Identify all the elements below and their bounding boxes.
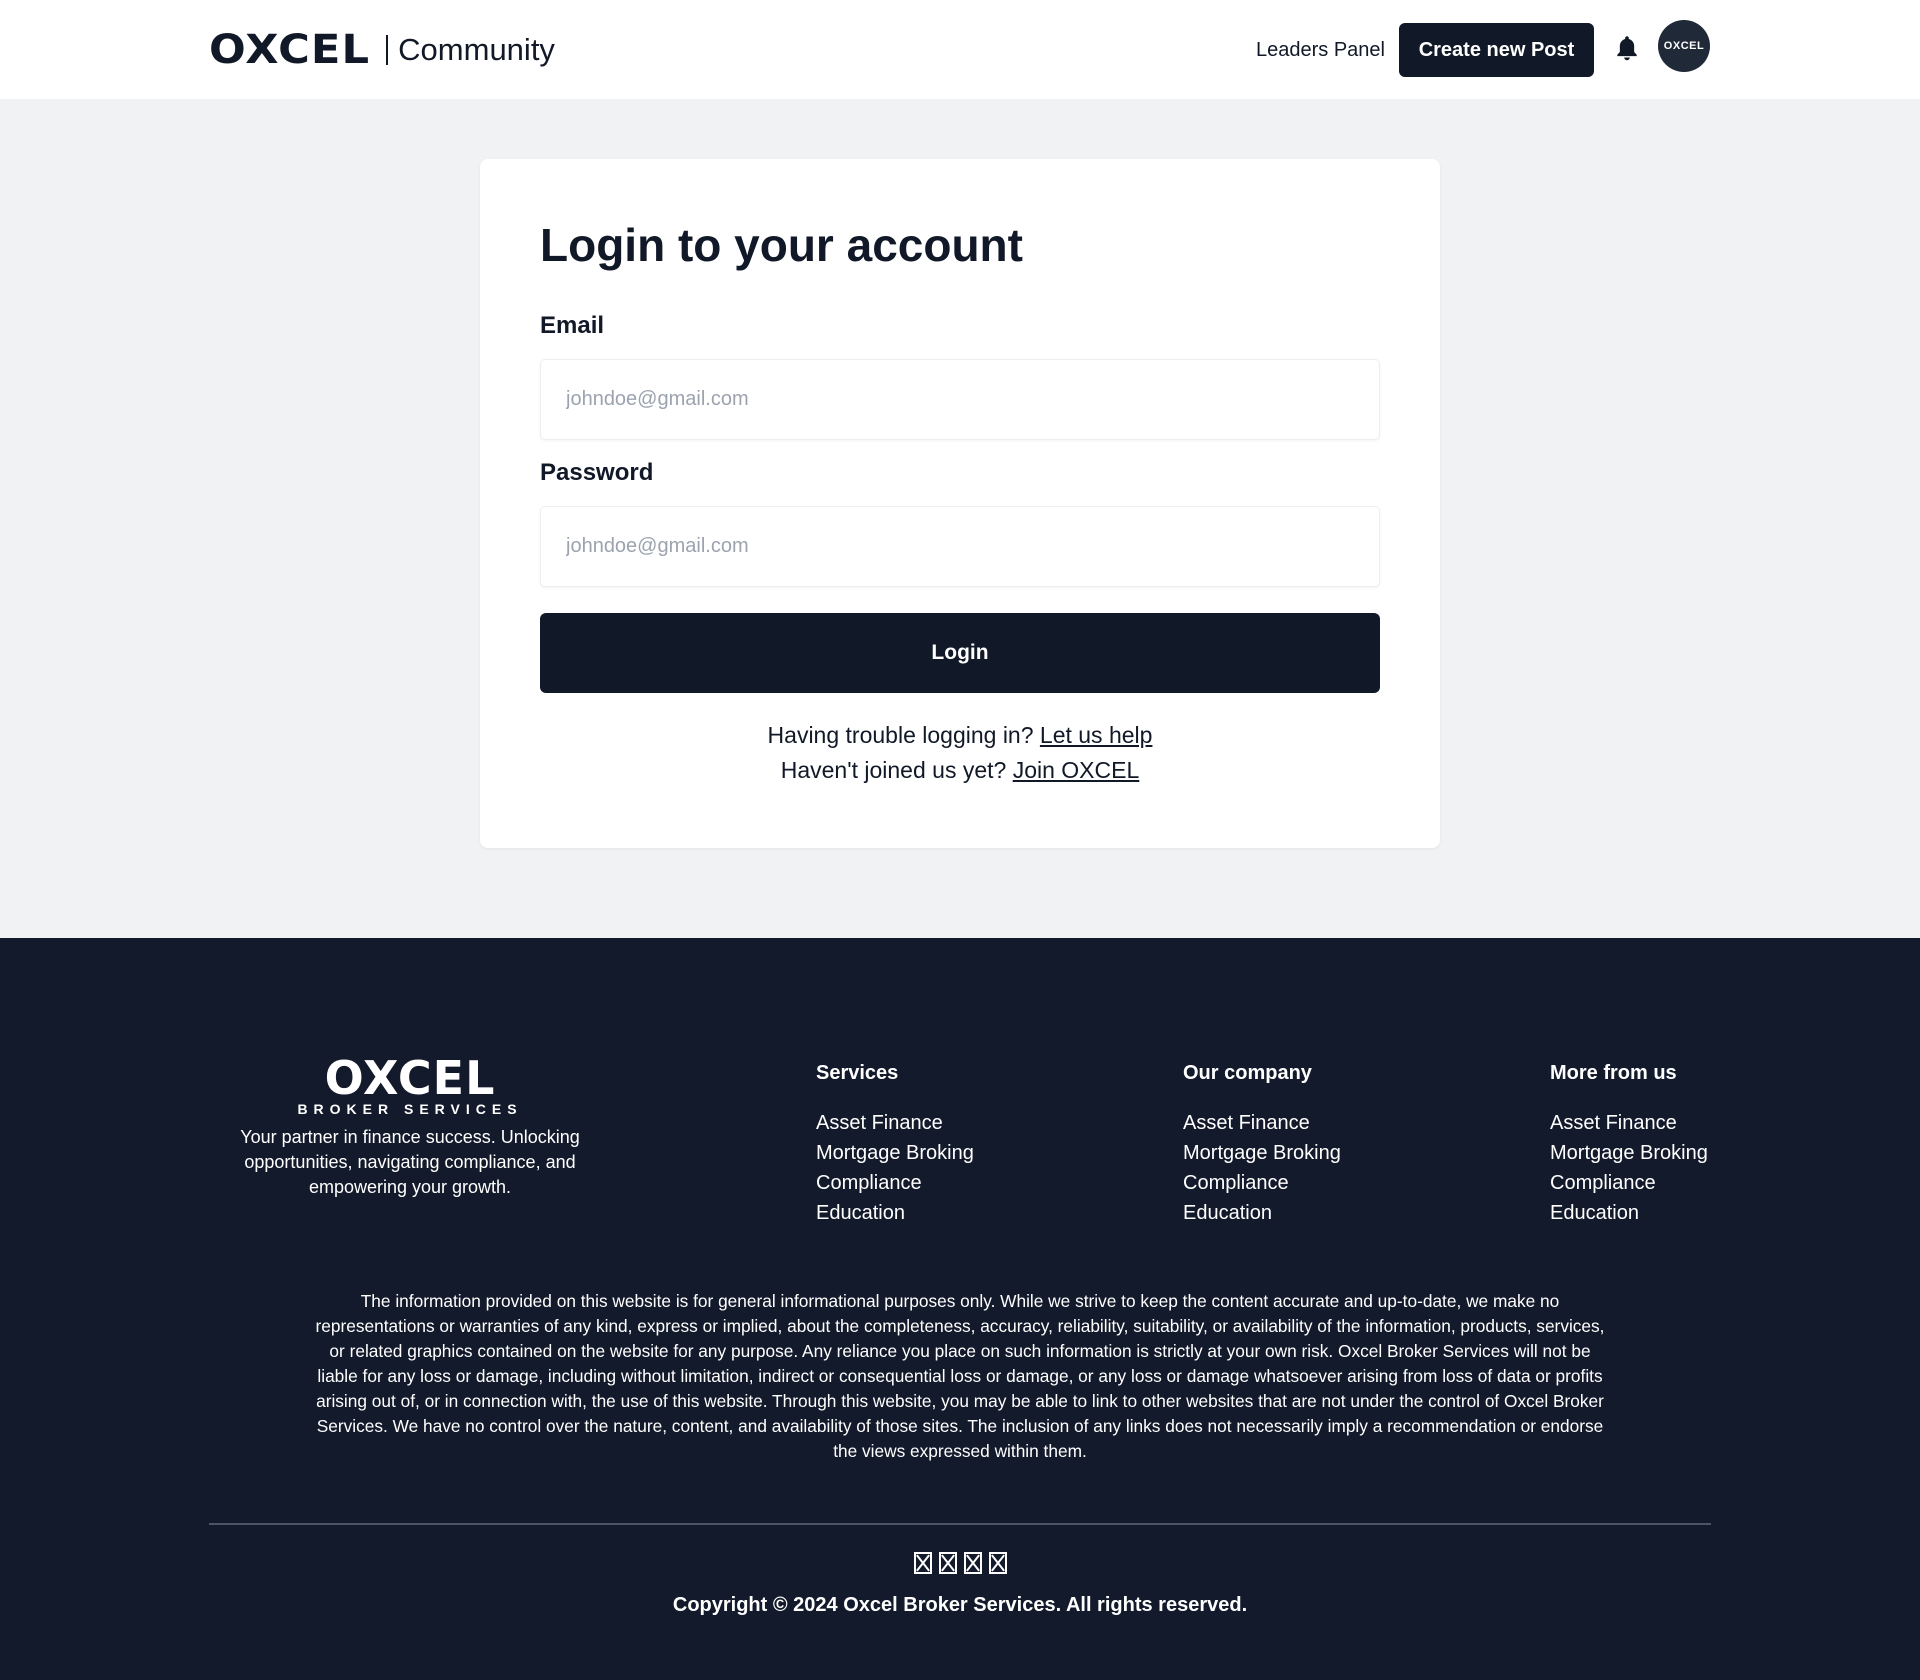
trouble-text: Having trouble logging in?: [767, 722, 1034, 748]
password-field[interactable]: [540, 506, 1380, 587]
footer-link-asset-finance[interactable]: Asset Finance: [816, 1108, 974, 1138]
footer-column-title: Services: [816, 1062, 899, 1084]
login-card: Login to your account Email Password Log…: [480, 159, 1440, 848]
leaders-panel-link[interactable]: Leaders Panel: [1256, 36, 1385, 64]
bell-icon[interactable]: [1613, 34, 1641, 64]
footer-column-services: Services Asset Finance Mortgage Broking …: [816, 1060, 974, 1228]
footer-column-title: Our company: [1183, 1062, 1312, 1084]
community-label: Community: [398, 32, 555, 67]
missing-glyph-icon[interactable]: [938, 1552, 957, 1574]
avatar[interactable]: OXCEL: [1658, 20, 1710, 72]
join-text: Haven't joined us yet?: [780, 757, 1007, 783]
footer-link-mortgage-broking[interactable]: Mortgage Broking: [1550, 1138, 1708, 1168]
footer-disclaimer: The information provided on this website…: [315, 1291, 1605, 1461]
missing-glyph-icon[interactable]: [963, 1552, 982, 1574]
footer-link-asset-finance[interactable]: Asset Finance: [1183, 1108, 1341, 1138]
join-oxcel-link[interactable]: Join OXCEL: [1013, 757, 1140, 783]
password-label: Password: [540, 459, 654, 486]
create-new-post-button[interactable]: Create new Post: [1399, 23, 1594, 77]
footer-divider: [209, 1523, 1711, 1525]
footer-link-mortgage-broking[interactable]: Mortgage Broking: [1183, 1138, 1341, 1168]
footer-link-compliance[interactable]: Compliance: [816, 1168, 974, 1198]
footer-link-compliance[interactable]: Compliance: [1183, 1168, 1341, 1198]
footer-column-more-from-us: More from us Asset Finance Mortgage Brok…: [1550, 1060, 1708, 1228]
footer-link-education[interactable]: Education: [1183, 1198, 1341, 1228]
footer-link-compliance[interactable]: Compliance: [1550, 1168, 1708, 1198]
footer: OXCEL BROKER SERVICES Your partner in fi…: [0, 938, 1920, 1680]
footer-logo-subtitle: BROKER SERVICES: [297, 1101, 523, 1117]
trouble-line: Having trouble logging in? Let us help: [480, 720, 1440, 750]
footer-logo[interactable]: OXCEL: [238, 1055, 582, 1101]
footer-copyright: Copyright © 2024 Oxcel Broker Services. …: [672, 1594, 1248, 1616]
oxcel-logo[interactable]: OXCEL: [209, 30, 370, 70]
join-line: Haven't joined us yet? Join OXCEL: [480, 755, 1440, 785]
footer-social-icons: [0, 1552, 1920, 1574]
missing-glyph-icon[interactable]: [913, 1552, 932, 1574]
top-navbar: OXCEL Community Leaders Panel Create new…: [0, 0, 1920, 99]
footer-link-mortgage-broking[interactable]: Mortgage Broking: [816, 1138, 974, 1168]
email-field[interactable]: [540, 359, 1380, 440]
footer-link-education[interactable]: Education: [1550, 1198, 1708, 1228]
brand[interactable]: OXCEL Community: [209, 30, 555, 70]
footer-link-education[interactable]: Education: [816, 1198, 974, 1228]
footer-column-our-company: Our company Asset Finance Mortgage Broki…: [1183, 1060, 1341, 1228]
login-button[interactable]: Login: [540, 613, 1380, 693]
footer-column-title: More from us: [1550, 1062, 1677, 1084]
brand-divider: [386, 35, 389, 65]
email-label: Email: [540, 312, 605, 339]
let-us-help-link[interactable]: Let us help: [1040, 722, 1153, 748]
footer-link-asset-finance[interactable]: Asset Finance: [1550, 1108, 1708, 1138]
page-title: Login to your account: [540, 219, 1023, 271]
footer-brand: OXCEL BROKER SERVICES Your partner in fi…: [238, 1055, 582, 1200]
footer-tagline: Your partner in finance success. Unlocki…: [240, 1127, 580, 1197]
missing-glyph-icon[interactable]: [988, 1552, 1007, 1574]
